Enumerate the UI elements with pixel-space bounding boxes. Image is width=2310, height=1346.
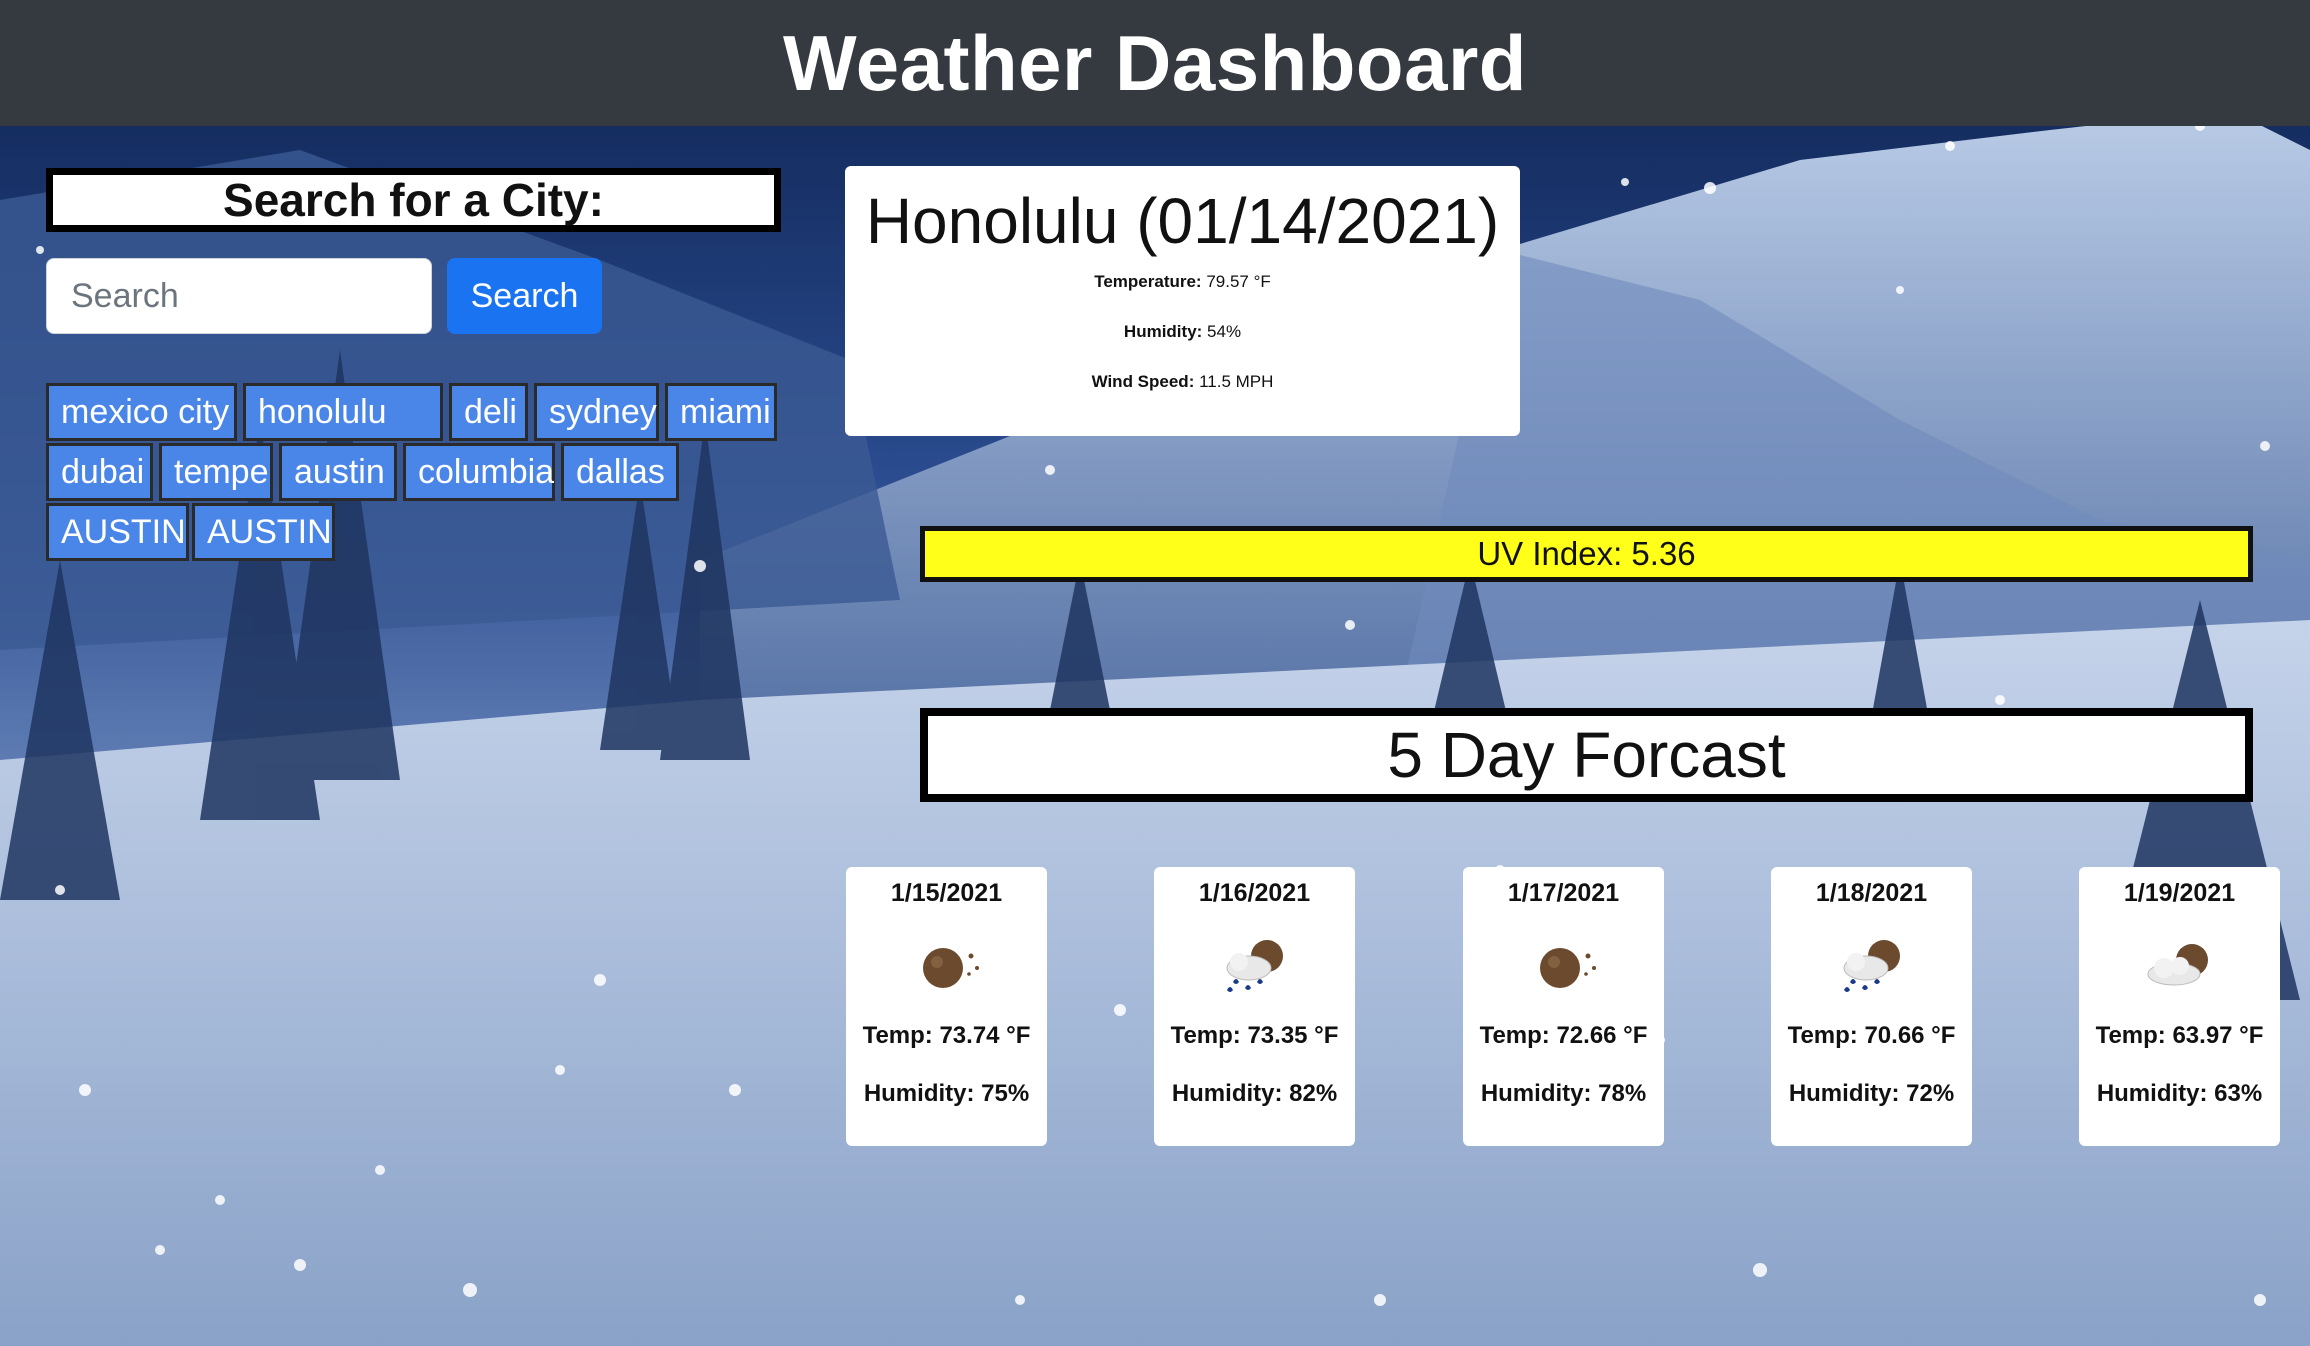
uv-index-bar: UV Index: 5.36	[920, 526, 2253, 582]
forecast-day-card: 1/18/2021 Temp: 70.66 °F Humidity: 72%	[1771, 867, 1972, 1146]
app-header: Weather Dashboard	[0, 0, 2310, 126]
history-item-columbia[interactable]: columbia	[403, 443, 555, 501]
history-item-miami[interactable]: miami	[665, 383, 777, 441]
forecast-humidity: Humidity: 63%	[2096, 1080, 2263, 1107]
search-button[interactable]: Search	[447, 258, 602, 334]
night-cloudy-icon	[2147, 944, 2208, 986]
history-item-sydney[interactable]: sydney	[534, 383, 659, 441]
current-weather-card: Honolulu (01/14/2021) Temperature: 79.57…	[845, 166, 1520, 436]
forecast-temp: Temp: 73.74 °F	[862, 1022, 1031, 1049]
uv-index-text: UV Index: 5.36	[1477, 535, 1696, 572]
forecast-humidity: Humidity: 72%	[1788, 1080, 1955, 1107]
history-item-austin-upper-2[interactable]: AUSTIN	[192, 503, 335, 561]
page-title: Weather Dashboard	[783, 18, 1527, 107]
history-item-dallas[interactable]: dallas	[561, 443, 679, 501]
forecast-date: 1/19/2021	[2123, 879, 2236, 907]
night-clear-icon	[922, 948, 979, 988]
temperature-value: 79.57 °F	[1201, 272, 1271, 291]
search-section-title: Search for a City:	[46, 168, 781, 232]
forecast-humidity: Humidity: 78%	[1480, 1080, 1647, 1107]
current-humidity: Humidity: 54%	[845, 322, 1520, 342]
current-wind-speed: Wind Speed: 11.5 MPH	[845, 372, 1520, 392]
humidity-value: 54%	[1202, 322, 1242, 341]
forecast-humidity: Humidity: 82%	[1171, 1080, 1338, 1107]
night-clear-icon	[1539, 948, 1596, 988]
forecast-date: 1/17/2021	[1507, 879, 1620, 907]
forecast-date: 1/15/2021	[890, 879, 1003, 907]
forecast-day-card: 1/15/2021 Temp: 73.74 °F Humidity: 75%	[846, 867, 1047, 1146]
history-item-honolulu[interactable]: honolulu	[243, 383, 443, 441]
wind-label: Wind Speed:	[1091, 372, 1195, 391]
forecast-humidity: Humidity: 75%	[863, 1080, 1030, 1107]
temperature-label: Temperature:	[1094, 272, 1202, 291]
history-item-austin-upper[interactable]: AUSTIN	[46, 503, 189, 561]
forecast-temp: Temp: 70.66 °F	[1787, 1022, 1956, 1049]
forecast-temp: Temp: 63.97 °F	[2095, 1022, 2264, 1049]
forecast-date: 1/16/2021	[1198, 879, 1311, 907]
history-item-dubai[interactable]: dubai	[46, 443, 153, 501]
forecast-day-card: 1/16/2021 Temp: 73.35 °F Humidity: 82%	[1154, 867, 1355, 1146]
forecast-date: 1/18/2021	[1815, 879, 1928, 907]
night-rain-icon	[1226, 940, 1283, 992]
humidity-label: Humidity:	[1123, 322, 1203, 341]
history-item-tempe[interactable]: tempe	[159, 443, 273, 501]
forecast-temp: Temp: 73.35 °F	[1170, 1022, 1339, 1049]
history-item-austin[interactable]: austin	[279, 443, 397, 501]
forecast-day-card: 1/17/2021 Temp: 72.66 °F Humidity: 78%	[1463, 867, 1664, 1146]
search-input[interactable]	[46, 258, 432, 334]
current-temperature: Temperature: 79.57 °F	[845, 272, 1520, 292]
forecast-title-text: 5 Day Forcast	[1387, 719, 1786, 791]
forecast-day-card: 1/19/2021 Temp: 63.97 °F Humidity: 63%	[2079, 867, 2280, 1146]
current-city-title: Honolulu (01/14/2021)	[865, 185, 1500, 257]
forecast-temp: Temp: 72.66 °F	[1479, 1022, 1648, 1049]
history-item-deli[interactable]: deli	[449, 383, 528, 441]
forecast-section-title: 5 Day Forcast	[920, 708, 2253, 802]
night-rain-icon	[1843, 940, 1900, 992]
search-title-text: Search for a City:	[223, 174, 604, 226]
history-item-mexico-city[interactable]: mexico city	[46, 383, 237, 441]
wind-value: 11.5 MPH	[1194, 372, 1274, 391]
